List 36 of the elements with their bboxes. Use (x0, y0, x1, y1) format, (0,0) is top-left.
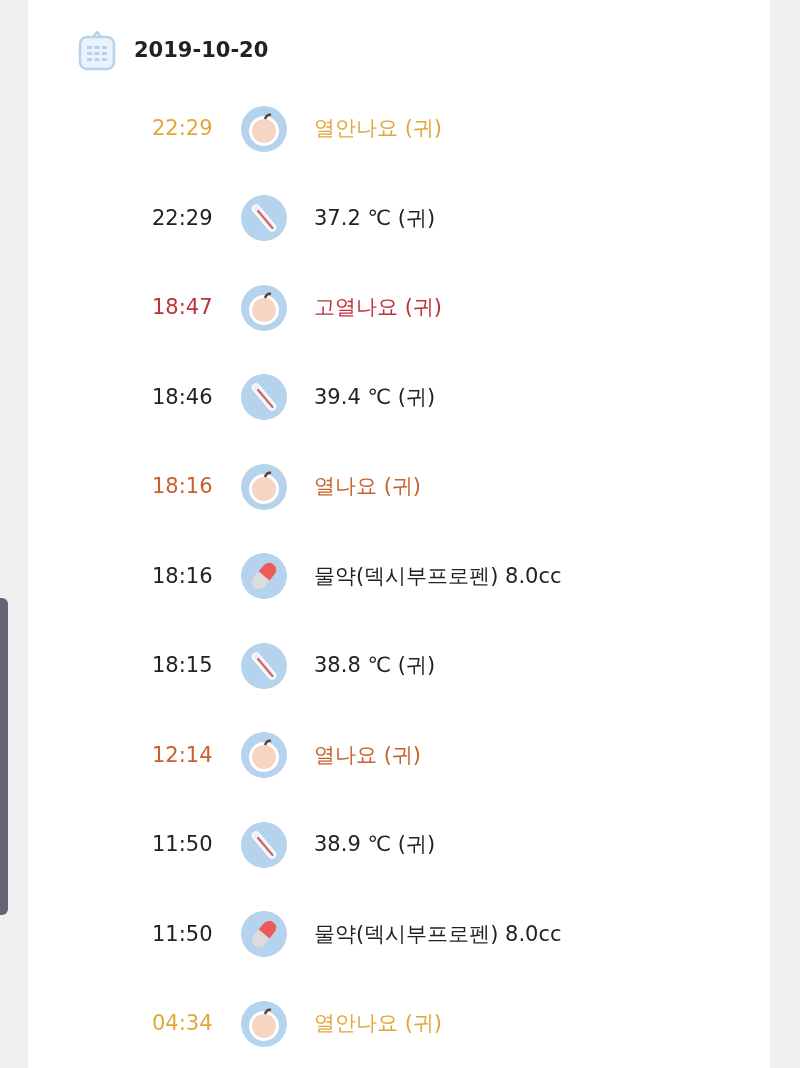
entry-time: 18:16 (152, 562, 214, 590)
thermometer-icon (240, 194, 288, 243)
baby-icon (240, 462, 288, 511)
side-handle[interactable] (0, 598, 8, 915)
entry-time: 11:50 (152, 831, 214, 858)
calendar-icon (78, 31, 116, 71)
baby-icon (240, 104, 288, 153)
entry-text: 39.4 ℃ (귀) (314, 383, 436, 411)
capsule-icon (240, 910, 288, 959)
entry-text: 고열나요 (귀) (314, 294, 443, 321)
entry-text: 37.2 ℃ (귀) (314, 204, 436, 232)
entry-time: 18:15 (152, 652, 214, 679)
entry-time: 12:14 (152, 741, 214, 769)
entry-text: 물약(덱시부프로펜) 8.0cc (314, 562, 562, 590)
entry-text: 열나요 (귀) (314, 741, 422, 769)
entry-time: 11:50 (152, 920, 214, 948)
entry-text: 38.8 ℃ (귀) (314, 652, 436, 679)
thermometer-icon (240, 373, 288, 422)
entry-text: 38.9 ℃ (귀) (314, 831, 436, 858)
entry-time: 18:47 (152, 294, 214, 321)
entry-time: 22:29 (152, 115, 214, 142)
entry-time: 18:16 (152, 473, 214, 500)
baby-icon (240, 283, 288, 332)
date-heading: 2019-10-20 (134, 37, 269, 65)
entry-text: 열나요 (귀) (314, 473, 422, 500)
thermometer-icon (240, 641, 288, 690)
entry-text: 열안나요 (귀) (314, 1010, 443, 1037)
entry-time: 04:34 (152, 1010, 214, 1037)
capsule-icon (240, 552, 288, 601)
baby-icon (240, 999, 288, 1048)
entry-text: 열안나요 (귀) (314, 115, 443, 142)
entry-text: 물약(덱시부프로펜) 8.0cc (314, 920, 562, 948)
baby-icon (240, 731, 288, 780)
entry-time: 18:46 (152, 383, 214, 411)
thermometer-icon (240, 820, 288, 869)
entry-time: 22:29 (152, 204, 214, 232)
